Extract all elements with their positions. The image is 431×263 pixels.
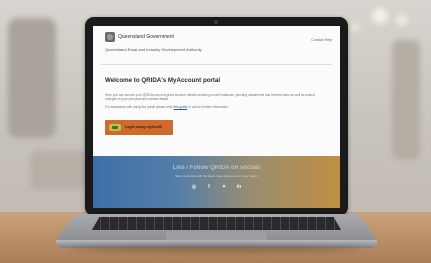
laptop-shadow [70,246,361,252]
keyboard [92,217,341,230]
background-blur [8,18,56,138]
trackpad [166,231,267,240]
main-content: Welcome to QRIDA's MyAccount portal Here… [93,65,340,157]
login-button[interactable]: Login using myGovID [105,119,173,135]
background-light [372,8,388,24]
page-title: Welcome to QRIDA's MyAccount portal [105,77,221,84]
background-blur [30,150,90,190]
mygovid-icon [109,123,121,131]
background-blur [392,40,420,160]
social-subtitle: Stay connected with the latest news and … [175,174,258,178]
header-links[interactable]: Contact Help [311,38,332,42]
intro-text: Here you can access your QRIDA loan and … [105,93,315,102]
social-icons: ◎ f ✦ in [93,184,340,190]
portal-header: Queensland Government Queensland Rural a… [93,26,340,64]
help-text-after: or call for further information. [187,104,229,109]
help-text-before: For assistance with using the portal ple… [105,104,174,109]
background-light [396,14,408,26]
instagram-icon[interactable]: ◎ [191,184,197,190]
help-text: For assistance with using the portal ple… [105,105,315,109]
government-logo[interactable]: Queensland Government [105,32,332,42]
authority-name: Queensland Rural and Industry Developmen… [105,47,202,52]
social-title: Like / Follow QRIDA on socials [172,165,261,171]
crest-icon [105,32,115,42]
webcam-icon [214,20,218,24]
background-light [350,22,360,32]
linkedin-icon[interactable]: in [236,184,242,190]
twitter-icon[interactable]: ✦ [221,184,227,190]
login-button-label: Login using myGovID [125,125,163,130]
guide-link[interactable]: this guide [174,105,188,109]
laptop-lid: Queensland Government Queensland Rural a… [85,17,348,216]
laptop-screen: Queensland Government Queensland Rural a… [93,26,340,208]
facebook-icon[interactable]: f [206,184,212,190]
social-band: Like / Follow QRIDA on socials Stay conn… [93,156,340,208]
government-name: Queensland Government [118,34,174,40]
